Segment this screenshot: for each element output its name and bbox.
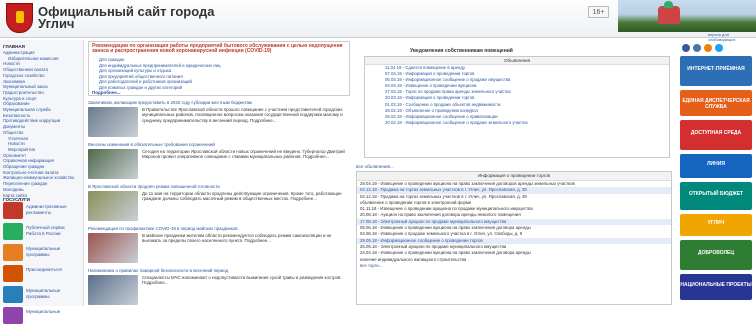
twitter-icon[interactable] bbox=[715, 44, 723, 52]
center-column: Уведомления собственникам помещений Объя… bbox=[354, 40, 674, 306]
notice-links: Для граждан Для индивидуальных предприним… bbox=[99, 57, 345, 90]
ad-item[interactable]: 20.02.19 - Информационное сообщение о пр… bbox=[365, 120, 669, 126]
sidebar-caption[interactable]: ГЛАВНАЯ bbox=[0, 40, 83, 50]
vk-icon[interactable] bbox=[693, 44, 701, 52]
notice-title[interactable]: Рекомендации по организации работы предп… bbox=[92, 43, 348, 54]
news-heading[interactable]: Внесены изменения в обязательные требова… bbox=[88, 142, 350, 147]
ads-title[interactable]: Уведомления собственникам помещений bbox=[410, 48, 513, 54]
sidebar-widget[interactable]: Муниципальные программы bbox=[2, 285, 82, 306]
facebook-icon[interactable] bbox=[682, 44, 690, 52]
city-emblem-icon[interactable] bbox=[6, 3, 33, 33]
tenders-list: 29.04.19 - Извещение о проведении аукцио… bbox=[357, 181, 671, 269]
banner-4[interactable]: ЛИНИЯ bbox=[680, 154, 752, 178]
banner-7[interactable]: ДОБРОВОЛЕЦ bbox=[680, 240, 752, 270]
widget-label: Муниципальные программы bbox=[26, 288, 61, 299]
sidebar-widget[interactable]: Административные регламенты bbox=[2, 201, 82, 222]
church-icon bbox=[658, 6, 680, 24]
ads-list: 11.04.19 - Сдается помещение в аренду 07.… bbox=[365, 65, 669, 126]
sidebar-widget[interactable]: Публичный сервис Работа в России bbox=[2, 222, 82, 243]
news-item: Рекомендации по профилактике COVID-19 в … bbox=[88, 226, 350, 263]
notice-link[interactable]: Для пожилых граждан и других категорий bbox=[99, 85, 345, 91]
news-body: Сегодня на территории Ярославской област… bbox=[142, 149, 345, 160]
tender-item[interactable]: все торги... bbox=[357, 263, 671, 269]
news-heading[interactable]: Заказчикам, желающим предоставить в 2020… bbox=[88, 100, 350, 105]
news-item: В Ярославской области продлен режим повы… bbox=[88, 184, 350, 221]
news-body: До 11 мая на территории области продлены… bbox=[142, 191, 342, 202]
widget-icon bbox=[3, 244, 23, 261]
news-item: Напоминаем о правилах пожарной безопасно… bbox=[88, 268, 350, 305]
site-header: Официальный сайт города Углич 16+ версия… bbox=[0, 0, 756, 42]
widget-icon bbox=[3, 265, 23, 282]
news-item: Внесены изменения в обязательные требова… bbox=[88, 142, 350, 179]
all-ads-link[interactable]: все объявления... bbox=[356, 164, 394, 169]
news-heading[interactable]: Напоминаем о правилах пожарной безопасно… bbox=[88, 268, 350, 273]
widget-icon bbox=[3, 307, 23, 324]
news-body: В Правительстве Ярославской области прош… bbox=[142, 107, 343, 123]
banner-column: ИНТЕРНЕТ-ПРИЁМНАЯ ЕДИНАЯ ДИСПЕТЧЕРСКАЯ СЛ… bbox=[676, 40, 756, 306]
news-thumbnail[interactable] bbox=[88, 233, 138, 263]
news-body: Специалисты МЧС напоминают о недопустимо… bbox=[142, 275, 342, 286]
widget-icon bbox=[3, 223, 23, 240]
ads-box: Объявления 11.04.19 - Сдается помещение … bbox=[364, 56, 670, 158]
site-title[interactable]: Официальный сайт города Углич bbox=[38, 5, 218, 30]
widget-label: Муниципальные bbox=[26, 309, 61, 314]
banner-5[interactable]: ОТКРЫТЫЙ БЮДЖЕТ bbox=[680, 182, 752, 210]
widget-label: Присоединиться! bbox=[26, 267, 62, 272]
tenders-header: Информация о проведении торгов bbox=[357, 172, 671, 181]
widget-label: Публичный сервис Работа в России bbox=[26, 225, 66, 236]
news-heading[interactable]: В Ярославской области продлен режим повы… bbox=[88, 184, 350, 189]
header-photo bbox=[618, 0, 756, 32]
widget-icon bbox=[3, 286, 23, 303]
sidebar-menu: Администрация Избирательная комиссия Новос… bbox=[0, 50, 83, 198]
banner-6[interactable]: УГЛИЧ bbox=[680, 214, 752, 236]
sidebar-widget[interactable]: Присоединиться! bbox=[2, 264, 82, 285]
banner-8[interactable]: НАЦИОНАЛЬНЫЕ ПРОЕКТЫ bbox=[680, 274, 752, 300]
widget-label: Муниципальные программы bbox=[26, 246, 61, 257]
banner-3[interactable]: ДОСТУПНАЯ СРЕДА bbox=[680, 120, 752, 150]
widget-icon bbox=[3, 202, 23, 219]
sidebar-widget[interactable]: Муниципальные программы bbox=[2, 243, 82, 264]
dome-icon bbox=[664, 1, 673, 8]
banner-2[interactable]: ЕДИНАЯ ДИСПЕТЧЕРСКАЯ СЛУЖБА bbox=[680, 90, 752, 116]
news-body: В майские праздники жителям области реко… bbox=[142, 233, 332, 244]
ok-icon[interactable] bbox=[704, 44, 712, 52]
news-thumbnail[interactable] bbox=[88, 107, 138, 137]
left-sidebar: ГЛАВНАЯ Администрация Избирательная комис… bbox=[0, 40, 84, 324]
news-thumbnail[interactable] bbox=[88, 275, 138, 305]
covid-notice: Рекомендации по организации работы предп… bbox=[88, 41, 350, 96]
tenders-box: Информация о проведении торгов 29.04.19 … bbox=[356, 171, 672, 305]
age-rating-badge: 16+ bbox=[588, 6, 609, 18]
sidebar-widget[interactable]: Муниципальные bbox=[2, 306, 82, 327]
banner-1[interactable]: ИНТЕРНЕТ-ПРИЁМНАЯ bbox=[680, 56, 752, 86]
news-column: Рекомендации по организации работы предп… bbox=[86, 40, 352, 306]
widget-label: Административные регламенты bbox=[26, 204, 67, 215]
news-thumbnail[interactable] bbox=[88, 191, 138, 221]
news-thumbnail[interactable] bbox=[88, 149, 138, 179]
notice-more-link[interactable]: Подробнее... bbox=[92, 90, 121, 95]
ads-header: Объявления bbox=[365, 57, 669, 65]
news-item: Заказчикам, желающим предоставить в 2020… bbox=[88, 100, 350, 137]
news-heading[interactable]: Рекомендации по профилактике COVID-19 в … bbox=[88, 226, 350, 231]
